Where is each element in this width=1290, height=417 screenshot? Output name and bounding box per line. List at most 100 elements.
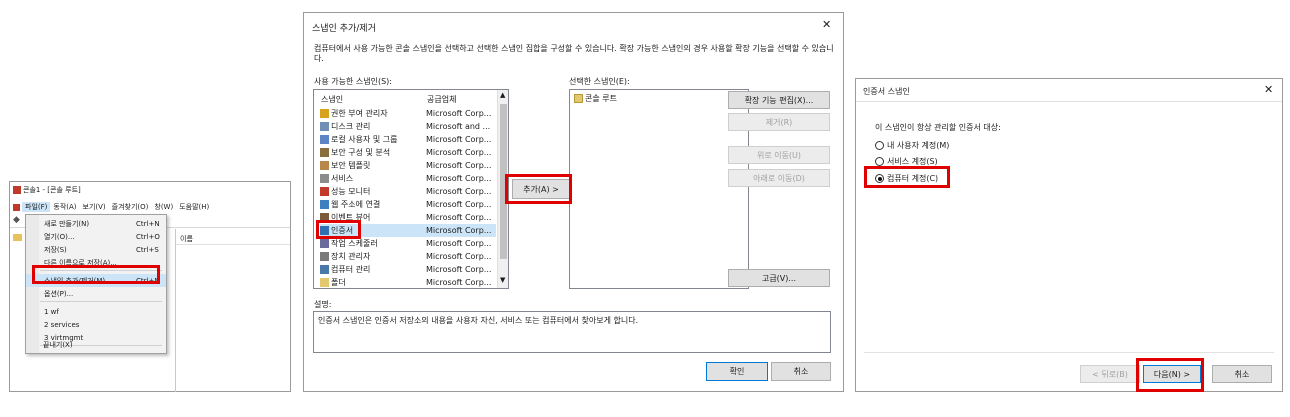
radio-service-account[interactable]: 서비스 계정(S): [875, 156, 938, 167]
snapin-vendor: Microsoft Corp...: [426, 135, 492, 144]
snapin-row[interactable]: 로컬 사용자 및 그룹 Microsoft Corp...: [320, 133, 496, 146]
cancel-button[interactable]: 취소: [1212, 365, 1272, 383]
snapin-icon: [320, 226, 329, 235]
menu-file[interactable]: 파일(F): [22, 202, 51, 212]
description-box: 인증서 스냅인은 인증서 저장소의 내용을 사용자 자신, 서비스 또는 컴퓨터…: [313, 311, 831, 353]
back-button[interactable]: < 뒤로(B): [1080, 365, 1140, 383]
snapin-name: 폴더: [331, 278, 346, 287]
radio-computer-account-circle[interactable]: [875, 174, 884, 183]
menu-action[interactable]: 동작(A): [50, 202, 79, 212]
menu-item-add-remove-snapin-shortcut: Ctrl+M: [136, 276, 161, 285]
menu-item-recent-1[interactable]: 1 wf: [26, 305, 166, 318]
snapin-row[interactable]: 디스크 관리 Microsoft and ...: [320, 120, 496, 133]
radio-service-account-circle[interactable]: [875, 157, 884, 166]
move-down-button[interactable]: 아래로 이동(D): [728, 169, 830, 187]
snapin-icon: [320, 265, 329, 274]
snapin-name: 보안 구성 및 분석: [331, 148, 391, 157]
close-icon[interactable]: ✕: [1264, 83, 1273, 96]
menu-item-options[interactable]: 옵션(P)...: [26, 287, 166, 300]
menu-separator: [40, 301, 162, 302]
move-up-button[interactable]: 위로 이동(U): [728, 146, 830, 164]
mmc-app-icon: [13, 185, 21, 194]
snapin-row[interactable]: 작업 스케줄러 Microsoft Corp...: [320, 237, 496, 250]
radio-user-account[interactable]: 내 사용자 계정(M): [875, 140, 949, 151]
radio-user-account-circle[interactable]: [875, 141, 884, 150]
snapin-icon: [320, 252, 329, 261]
snapin-vendor: Microsoft Corp...: [426, 213, 492, 222]
folder-icon: [574, 94, 583, 103]
menu-help[interactable]: 도움말(H): [176, 202, 212, 212]
menu-item-add-remove-snapin[interactable]: 스냅인 추가/제거(M)... Ctrl+M: [26, 274, 166, 287]
console-title: 콘솔1 - [콘솔 루트]: [23, 185, 81, 194]
snapin-vendor: Microsoft Corp...: [426, 278, 492, 287]
menu-item-save-shortcut: Ctrl+S: [136, 245, 159, 254]
advanced-button[interactable]: 고급(V)...: [728, 269, 830, 287]
edit-extensions-button[interactable]: 확장 기능 편집(X)...: [728, 91, 830, 109]
snapin-icon: [320, 148, 329, 157]
menu-item-new[interactable]: 새로 만들기(N) Ctrl+N: [26, 217, 166, 230]
radio-computer-account[interactable]: 컴퓨터 계정(C): [875, 173, 938, 184]
menu-item-exit-visible[interactable]: 끝내기(X): [43, 340, 73, 350]
scroll-thumb[interactable]: [500, 104, 507, 259]
menu-item-save-label: 저장(S): [44, 245, 67, 254]
snapin-row[interactable]: 인증서 Microsoft Corp...: [320, 224, 496, 237]
snapin-icon: [320, 278, 329, 287]
scroll-up-icon[interactable]: ▲: [500, 91, 505, 99]
snapin-name: 로컬 사용자 및 그룹: [331, 135, 398, 144]
menu-favorites[interactable]: 즐겨찾기(O): [109, 202, 152, 212]
col-header-snapin[interactable]: 스냅인: [321, 94, 343, 105]
snapin-row[interactable]: 권한 부여 관리자 Microsoft Corp...: [320, 107, 496, 120]
menu-window[interactable]: 창(W): [151, 202, 176, 212]
snapin-vendor: Microsoft Corp...: [426, 239, 492, 248]
list-item-console-root[interactable]: 콘솔 루트: [574, 92, 617, 105]
radio-user-account-label: 내 사용자 계정(M): [887, 141, 950, 150]
back-arrow-icon[interactable]: ◆: [13, 215, 20, 225]
selected-snapins-list[interactable]: 콘솔 루트: [569, 89, 749, 289]
snapin-row[interactable]: 폴더 Microsoft Corp...: [320, 276, 496, 289]
available-snapins-list[interactable]: 스냅인 공급업체 ▲ ▼ 권한 부여 관리자 Microsoft Corp... 디…: [313, 89, 509, 289]
snapin-icon: [320, 135, 329, 144]
menu-view[interactable]: 보기(V): [80, 202, 109, 212]
certificates-snapin-dialog: 인증서 스냅인 ✕ 이 스냅인이 항상 관리할 인증서 대상: 내 사용자 계정…: [855, 78, 1283, 392]
menu-item-exit-label: 끝내기(X): [43, 341, 73, 349]
snapin-vendor: Microsoft Corp...: [426, 148, 492, 157]
dialog-description: 컴퓨터에서 사용 가능한 콘솔 스냅인을 선택하고 선택한 스냅인 집합을 구성…: [314, 44, 834, 63]
snapin-row[interactable]: 보안 템플릿 Microsoft Corp...: [320, 159, 496, 172]
cancel-button[interactable]: 취소: [771, 362, 831, 381]
menu-item-save-as[interactable]: 다른 이름으로 저장(A)...: [26, 256, 166, 269]
snapin-name: 서비스: [331, 174, 354, 183]
list-scrollbar[interactable]: ▲ ▼: [497, 90, 508, 288]
snapin-row[interactable]: 컴퓨터 관리 Microsoft Corp...: [320, 263, 496, 276]
results-column-header[interactable]: 이름: [180, 234, 193, 244]
snapin-icon: [320, 213, 329, 222]
snapin-name: 이벤트 뷰어: [331, 213, 371, 222]
scroll-down-icon[interactable]: ▼: [500, 276, 505, 284]
next-button[interactable]: 다음(N) >: [1143, 365, 1201, 383]
snapin-row[interactable]: 보안 구성 및 분석 Microsoft Corp...: [320, 146, 496, 159]
snapin-vendor: Microsoft Corp...: [426, 174, 492, 183]
scope-tree-folder-icon: [13, 234, 22, 241]
snapin-row[interactable]: 이벤트 뷰어 Microsoft Corp...: [320, 211, 496, 224]
close-icon[interactable]: ✕: [822, 18, 831, 31]
snapin-row[interactable]: 웹 주소에 연결 Microsoft Corp...: [320, 198, 496, 211]
mmc-console-window: 콘솔1 - [콘솔 루트] 파일(F) 동작(A) 보기(V) 즐겨찾기(O) …: [9, 181, 291, 392]
snapin-row[interactable]: 성능 모니터 Microsoft Corp...: [320, 185, 496, 198]
description-text: 인증서 스냅인은 인증서 저장소의 내용을 사용자 자신, 서비스 또는 컴퓨터…: [318, 316, 639, 325]
snapin-icon: [320, 239, 329, 248]
add-snapin-button[interactable]: 추가(A) >: [512, 179, 570, 199]
menu-item-open[interactable]: 열기(O)... Ctrl+O: [26, 230, 166, 243]
remove-button[interactable]: 제거(R): [728, 113, 830, 131]
snapin-icon: [320, 187, 329, 196]
snapin-row[interactable]: 서비스 Microsoft Corp...: [320, 172, 496, 185]
snapin-row[interactable]: 장치 관리자 Microsoft Corp...: [320, 250, 496, 263]
top-divider: [856, 101, 1282, 102]
menu-item-save[interactable]: 저장(S) Ctrl+S: [26, 243, 166, 256]
snapin-icon: [320, 200, 329, 209]
menu-item-recent-2[interactable]: 2 services: [26, 318, 166, 331]
ok-button[interactable]: 확인: [706, 362, 768, 381]
col-header-vendor[interactable]: 공급업체: [427, 94, 456, 105]
dialog-title: 스냅인 추가/제거: [312, 24, 376, 34]
snapin-name: 디스크 관리: [331, 122, 371, 131]
add-remove-snapin-dialog: 스냅인 추가/제거 ✕ 컴퓨터에서 사용 가능한 콘솔 스냅인을 선택하고 선택…: [303, 12, 844, 392]
console-titlebar: 콘솔1 - [콘솔 루트]: [10, 182, 290, 197]
